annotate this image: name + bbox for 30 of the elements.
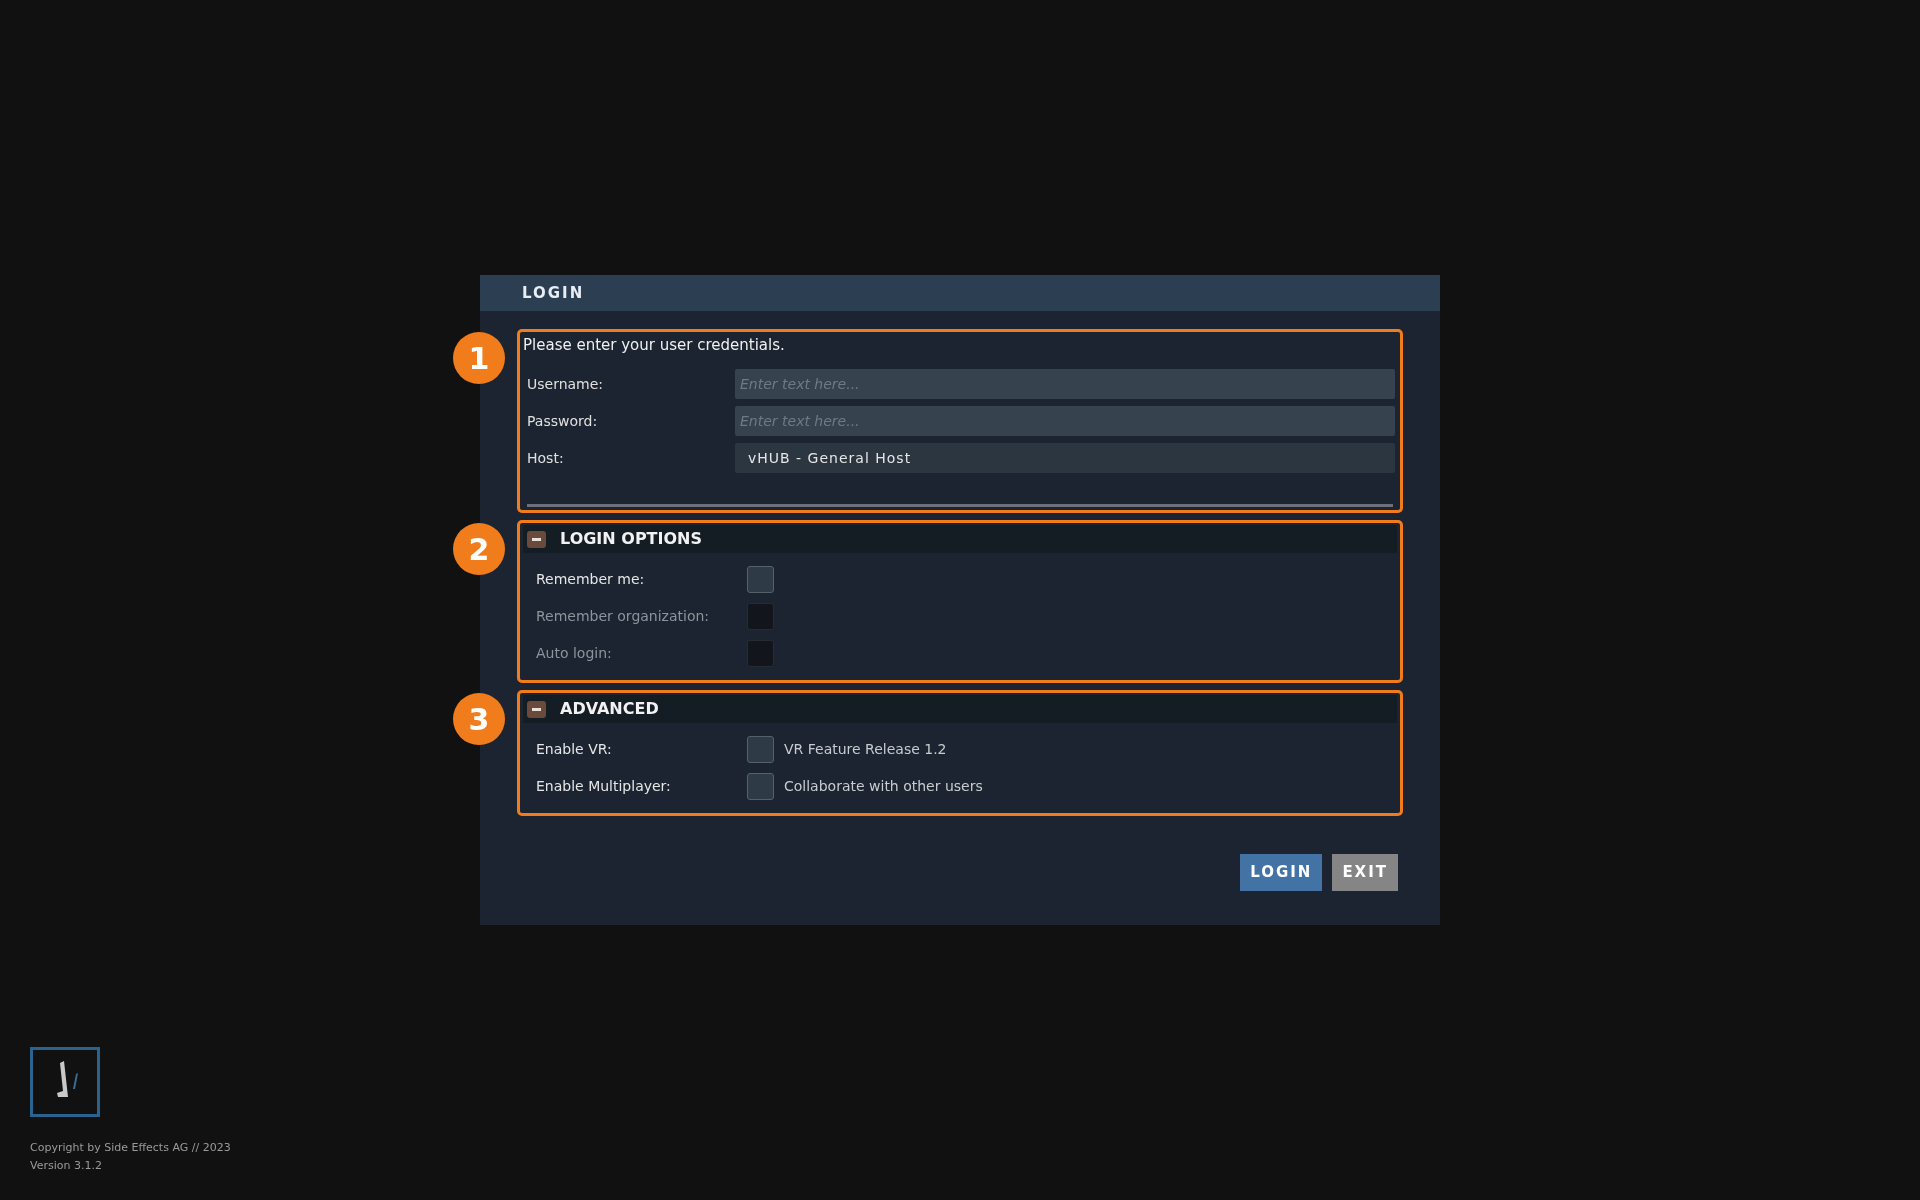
input-field[interactable]: Enter text here... — [735, 369, 1395, 399]
logo-icon — [30, 1047, 100, 1117]
option-label: Enable Multiplayer: — [536, 776, 672, 796]
section-title: ADVANCED — [560, 698, 659, 720]
option-label: Enable VR: — [536, 739, 613, 759]
dialog-title: LOGIN — [522, 282, 585, 304]
section-title: LOGIN OPTIONS — [560, 528, 702, 550]
field-label: Password: — [526, 411, 599, 431]
collapse-toggle[interactable] — [527, 700, 546, 718]
field-label: Username: — [526, 374, 605, 394]
instruction-text: Please enter your user credentials. — [523, 335, 786, 355]
checkbox[interactable] — [747, 735, 774, 763]
option-label: Remember me: — [536, 569, 646, 589]
option-label: Auto login: — [536, 643, 613, 663]
login-button[interactable]: LOGIN — [1240, 854, 1323, 891]
checkbox[interactable] — [747, 565, 774, 593]
input-field[interactable]: vHUB - General Host — [735, 443, 1395, 473]
option-label: Remember organization: — [536, 606, 711, 626]
option-caption: VR Feature Release 1.2 — [784, 739, 947, 759]
field-label: Host: — [526, 448, 565, 468]
input-field[interactable]: Enter text here... — [735, 406, 1395, 436]
version-text: Version 3.1.2 — [30, 1158, 103, 1174]
exit-button[interactable]: EXIT — [1332, 854, 1398, 891]
step-badge: 1 — [453, 332, 505, 384]
option-caption: Collaborate with other users — [784, 776, 983, 796]
copyright-text: Copyright by Side Effects AG // 2023 — [30, 1140, 231, 1156]
checkbox[interactable] — [747, 772, 774, 800]
step-badge: 3 — [453, 693, 505, 745]
collapse-toggle[interactable] — [527, 530, 546, 548]
step-badge: 2 — [453, 523, 505, 575]
